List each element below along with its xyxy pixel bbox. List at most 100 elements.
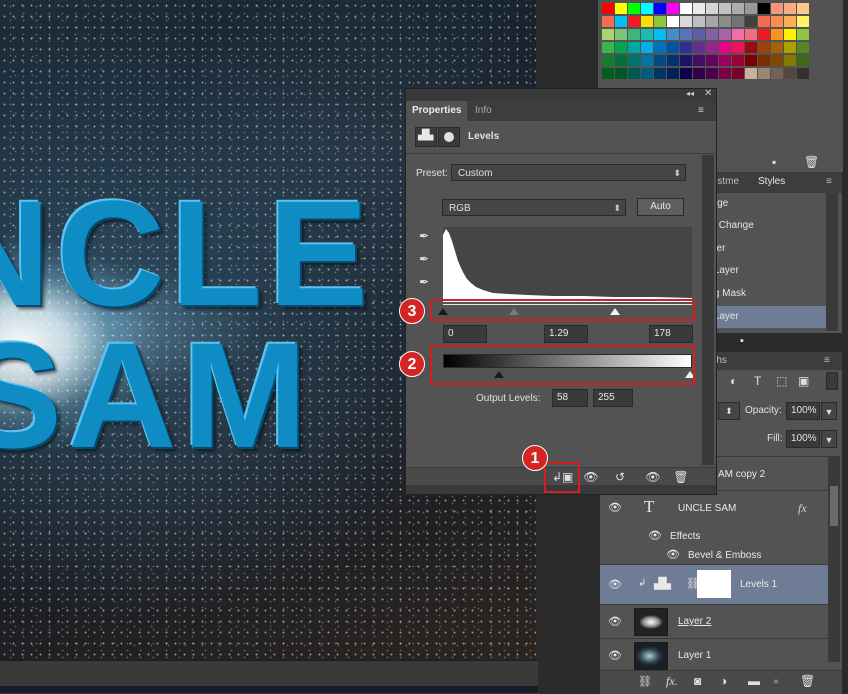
swatch[interactable] [719, 3, 731, 14]
swatch[interactable] [680, 16, 692, 27]
layers-scrollbar[interactable] [828, 456, 840, 662]
swatch[interactable] [797, 68, 809, 79]
properties-scrollbar[interactable] [702, 155, 714, 465]
mask-icon[interactable]: ◙ [694, 674, 701, 688]
swatch[interactable] [693, 55, 705, 66]
swatch[interactable] [784, 16, 796, 27]
eye-icon[interactable]: 👁 [608, 501, 622, 515]
swatch[interactable] [693, 42, 705, 53]
swatch[interactable] [732, 3, 744, 14]
swatch[interactable] [641, 68, 653, 79]
blend-mode-stepper[interactable]: ⬍ [718, 402, 740, 420]
channel-dropdown[interactable]: RGB ⬍ [442, 199, 626, 216]
swatch[interactable] [797, 42, 809, 53]
collapse-icon[interactable]: ◂◂ [686, 89, 694, 98]
adjustment-item-selected[interactable]: s Layer [700, 306, 826, 328]
swatch[interactable] [758, 29, 770, 40]
swatch[interactable] [654, 68, 666, 79]
shape-filter-icon[interactable]: ⬚ [776, 374, 787, 388]
swatch[interactable] [797, 3, 809, 14]
swatch[interactable] [641, 42, 653, 53]
swatch[interactable] [758, 68, 770, 79]
fx-icon[interactable]: fx. [666, 674, 678, 689]
swatch[interactable] [615, 42, 627, 53]
swatch[interactable] [745, 3, 757, 14]
smart-object-filter-icon[interactable]: ▣ [798, 374, 809, 388]
output-white-value[interactable]: 255 [593, 389, 633, 407]
swatch[interactable] [732, 55, 744, 66]
adjustment-item[interactable]: ing Mask [700, 283, 826, 305]
swatch[interactable] [784, 42, 796, 53]
swatch[interactable] [667, 42, 679, 53]
tab-properties[interactable]: Properties [406, 101, 468, 121]
swatch[interactable] [615, 68, 627, 79]
swatch[interactable] [706, 16, 718, 27]
swatch[interactable] [745, 42, 757, 53]
swatch[interactable] [732, 42, 744, 53]
swatch[interactable] [654, 3, 666, 14]
swatch[interactable] [719, 68, 731, 79]
swatch[interactable] [615, 16, 627, 27]
preset-dropdown[interactable]: Custom ⬍ [451, 164, 686, 181]
layer-row[interactable]: 👁 Layer 2 [600, 604, 828, 638]
swatch[interactable] [680, 68, 692, 79]
eye-icon[interactable]: 👁 [666, 548, 680, 562]
swatch[interactable] [719, 55, 731, 66]
swatch[interactable] [641, 29, 653, 40]
adjustment-item[interactable]: ayer [700, 238, 826, 260]
eyedropper-icon[interactable]: ✒ [417, 229, 431, 243]
swatch[interactable] [615, 55, 627, 66]
folder-icon[interactable]: ▬ [748, 674, 760, 688]
swatch[interactable] [680, 29, 692, 40]
swatch[interactable] [693, 68, 705, 79]
swatch[interactable] [732, 16, 744, 27]
swatch[interactable] [706, 55, 718, 66]
swatch[interactable] [771, 68, 783, 79]
input-gamma-value[interactable]: 1.29 [544, 325, 588, 343]
swatch[interactable] [667, 55, 679, 66]
swatch[interactable] [732, 68, 744, 79]
effects-row[interactable]: 👁 Effects [600, 526, 828, 546]
swatch[interactable] [797, 29, 809, 40]
eye-icon[interactable]: 👁 [608, 615, 622, 629]
swatch[interactable] [758, 16, 770, 27]
swatch[interactable] [628, 3, 640, 14]
swatch[interactable] [641, 16, 653, 27]
eye-icon[interactable]: 👁 [608, 649, 622, 663]
view-previous-state-icon[interactable]: 👁 [582, 469, 600, 485]
layer-row[interactable]: 👁 Layer 1 [600, 638, 828, 672]
swatch[interactable] [680, 3, 692, 14]
swatch[interactable] [758, 55, 770, 66]
panel-menu-icon[interactable]: ≡ [698, 105, 704, 116]
adjustment-item[interactable]: ange [700, 193, 826, 215]
adjustment-item[interactable]: ity Change [700, 215, 826, 237]
swatch[interactable] [745, 68, 757, 79]
swatch[interactable] [732, 29, 744, 40]
layer-row[interactable]: 👁 T UNCLE SAM fx [600, 490, 828, 526]
swatch[interactable] [628, 42, 640, 53]
layer-mask-thumbnail[interactable] [697, 570, 731, 598]
output-black-value[interactable]: 58 [552, 389, 588, 407]
opacity-dropdown-arrow[interactable]: ▼ [821, 402, 837, 420]
swatch[interactable] [654, 55, 666, 66]
adjustment-layer-icon[interactable]: ◑ [720, 674, 727, 688]
swatch[interactable] [628, 29, 640, 40]
eye-icon[interactable]: 👁 [608, 578, 622, 592]
input-black-value[interactable]: 0 [443, 325, 487, 343]
swatch[interactable] [667, 3, 679, 14]
new-item-icon[interactable]: ▪ [740, 335, 744, 347]
swatch[interactable] [628, 55, 640, 66]
auto-button[interactable]: Auto [637, 198, 684, 216]
new-layer-icon[interactable]: ▫ [774, 674, 778, 688]
swatch[interactable] [719, 16, 731, 27]
trash-icon[interactable]: 🗑 [804, 155, 819, 169]
swatch[interactable] [602, 68, 614, 79]
tab-styles[interactable]: Styles [758, 176, 785, 187]
swatch[interactable] [602, 16, 614, 27]
swatch[interactable] [797, 16, 809, 27]
swatch[interactable] [771, 16, 783, 27]
tab-info[interactable]: Info [469, 101, 498, 121]
swatch[interactable] [706, 68, 718, 79]
visibility-icon[interactable]: 👁 [644, 469, 662, 485]
swatch[interactable] [745, 29, 757, 40]
